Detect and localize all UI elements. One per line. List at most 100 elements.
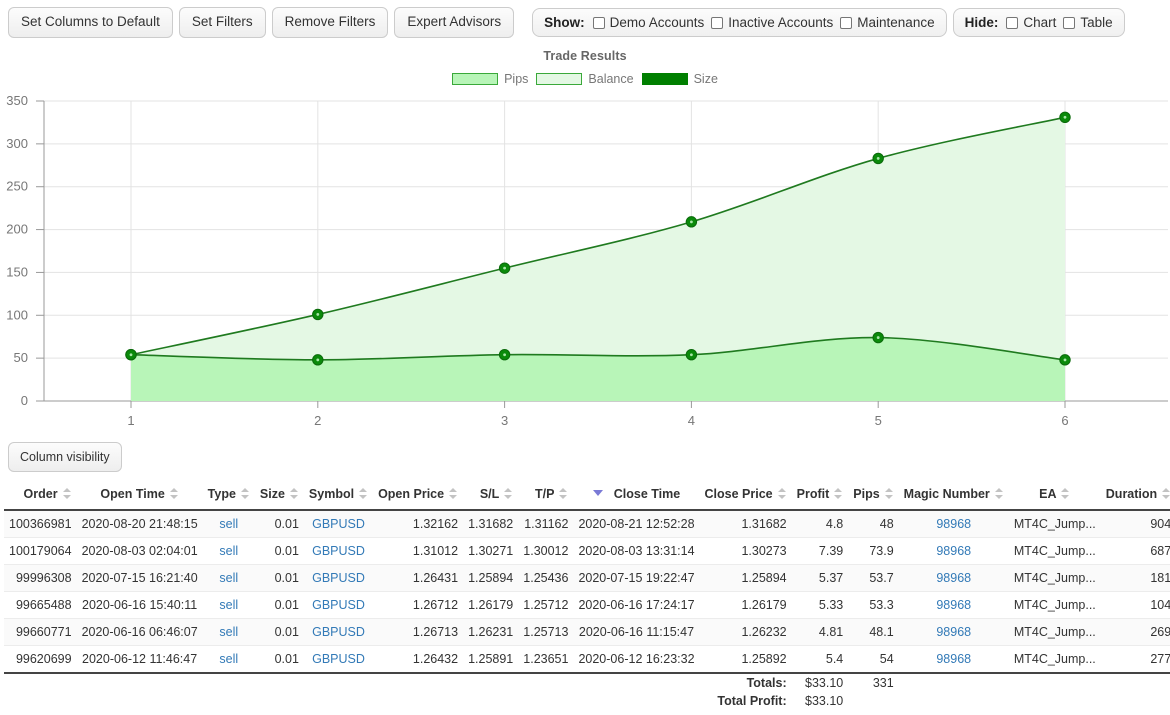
pips-data-point-center xyxy=(876,336,880,339)
link-symbol[interactable]: GBPUSD xyxy=(312,652,365,666)
link-symbol[interactable]: GBPUSD xyxy=(312,598,365,612)
cell-type[interactable]: sell xyxy=(202,645,255,674)
checkbox-icon[interactable] xyxy=(592,16,605,29)
column-header-tp[interactable]: T/P xyxy=(518,480,574,511)
table-row[interactable]: 99620699 2020-06-12 11:46:47 sell 0.01 GBPUS… xyxy=(4,645,1170,674)
column-header-type[interactable]: Type xyxy=(202,480,255,511)
sort-toggle-icon[interactable] xyxy=(290,488,299,500)
checkbox-hide-chart[interactable]: Chart xyxy=(1006,15,1056,30)
legend-item-balance[interactable]: Balance xyxy=(536,72,634,86)
sort-toggle-icon[interactable] xyxy=(170,488,179,500)
cell-magic[interactable]: 98968 xyxy=(898,564,1009,592)
column-header-close_price[interactable]: Close Price xyxy=(699,480,792,511)
table-row[interactable]: 100179064 2020-08-03 02:04:01 sell 0.01 GBPU… xyxy=(4,537,1170,565)
cell-size: 0.01 xyxy=(254,537,304,565)
legend-item-size[interactable]: Size xyxy=(641,72,718,86)
trades-table-head: Order Open Time Type Size Symbol Open Price S/… xyxy=(4,480,1170,511)
set-filters-button[interactable]: Set Filters xyxy=(178,7,266,38)
link-type[interactable]: sell xyxy=(219,517,238,531)
sort-toggle-icon[interactable] xyxy=(504,488,513,500)
set-columns-default-button[interactable]: Set Columns to Default xyxy=(8,7,173,38)
checkbox-demo-accounts[interactable]: Demo Accounts xyxy=(592,15,704,30)
checkbox-maintenance[interactable]: Maintenance xyxy=(840,15,935,30)
cell-magic[interactable]: 98968 xyxy=(898,618,1009,646)
column-visibility-button[interactable]: Column visibility xyxy=(8,442,122,472)
checkbox-inactive-accounts[interactable]: Inactive Accounts xyxy=(711,15,833,30)
cell-type[interactable]: sell xyxy=(202,591,255,619)
cell-type[interactable]: sell xyxy=(202,537,255,565)
column-header-label: Size xyxy=(259,487,285,501)
cell-magic[interactable]: 98968 xyxy=(898,591,1009,619)
pips-data-point-center xyxy=(1063,358,1067,362)
cell-magic[interactable]: 98968 xyxy=(898,537,1009,565)
link-magic[interactable]: 98968 xyxy=(936,571,971,585)
checkbox-icon[interactable] xyxy=(1006,16,1019,29)
sort-toggle-icon[interactable] xyxy=(359,488,368,500)
table-row[interactable]: 99660771 2020-06-16 06:46:07 sell 0.01 GBPUS… xyxy=(4,618,1170,646)
link-symbol[interactable]: GBPUSD xyxy=(312,517,365,531)
column-header-magic[interactable]: Magic Number xyxy=(898,480,1009,511)
table-row[interactable]: 99996308 2020-07-15 16:21:40 sell 0.01 GBPUS… xyxy=(4,564,1170,592)
column-header-open_time[interactable]: Open Time xyxy=(76,480,203,511)
y-axis-tick-label: 250 xyxy=(6,179,28,194)
link-symbol[interactable]: GBPUSD xyxy=(312,625,365,639)
cell-magic[interactable]: 98968 xyxy=(898,510,1009,538)
cell-symbol[interactable]: GBPUSD xyxy=(303,564,374,592)
column-header-size[interactable]: Size xyxy=(254,480,304,511)
cell-symbol[interactable]: GBPUSD xyxy=(303,591,374,619)
link-type[interactable]: sell xyxy=(219,598,238,612)
sort-toggle-icon[interactable] xyxy=(885,488,894,500)
sort-toggle-icon[interactable] xyxy=(449,488,458,500)
checkbox-hide-table[interactable]: Table xyxy=(1063,15,1113,30)
link-magic[interactable]: 98968 xyxy=(936,517,971,531)
cell-symbol[interactable]: GBPUSD xyxy=(303,618,374,646)
sort-toggle-icon[interactable] xyxy=(559,488,568,500)
column-header-sl[interactable]: S/L xyxy=(463,480,519,511)
cell-type[interactable]: sell xyxy=(202,618,255,646)
cell-symbol[interactable]: GBPUSD xyxy=(303,537,374,565)
sort-toggle-icon[interactable] xyxy=(1061,488,1070,500)
cell-profit: 5.4 xyxy=(791,645,849,674)
sort-toggle-icon[interactable] xyxy=(834,488,843,500)
column-header-profit[interactable]: Profit xyxy=(791,480,849,511)
column-header-order[interactable]: Order xyxy=(4,480,77,511)
cell-magic[interactable]: 98968 xyxy=(898,645,1009,674)
link-type[interactable]: sell xyxy=(219,652,238,666)
cell-order: 99996308 xyxy=(4,564,77,592)
sort-toggle-icon[interactable] xyxy=(1162,488,1170,500)
cell-type[interactable]: sell xyxy=(202,564,255,592)
cell-symbol[interactable]: GBPUSD xyxy=(303,510,374,538)
sort-toggle-icon[interactable] xyxy=(241,488,250,500)
cell-tp: 1.30012 xyxy=(518,537,574,565)
remove-filters-button[interactable]: Remove Filters xyxy=(271,7,389,38)
column-header-pips[interactable]: Pips xyxy=(848,480,899,511)
table-row[interactable]: 99665488 2020-06-16 15:40:11 sell 0.01 GBPUS… xyxy=(4,591,1170,619)
link-type[interactable]: sell xyxy=(219,625,238,639)
cell-symbol[interactable]: GBPUSD xyxy=(303,645,374,674)
column-header-symbol[interactable]: Symbol xyxy=(303,480,374,511)
cell-type[interactable]: sell xyxy=(202,510,255,538)
sort-toggle-icon[interactable] xyxy=(995,488,1004,500)
column-header-open_price[interactable]: Open Price xyxy=(373,480,464,511)
checkbox-icon[interactable] xyxy=(711,16,724,29)
expert-advisors-button[interactable]: Expert Advisors xyxy=(394,7,515,38)
link-type[interactable]: sell xyxy=(219,544,238,558)
column-header-ea[interactable]: EA xyxy=(1008,480,1101,511)
table-row[interactable]: 100366981 2020-08-20 21:48:15 sell 0.01 GBPU… xyxy=(4,510,1170,538)
x-axis-tick-label: 2 xyxy=(314,413,321,428)
column-header-duration[interactable]: Duration xyxy=(1100,480,1170,511)
column-header-close_time[interactable]: Close Time xyxy=(573,480,700,511)
link-magic[interactable]: 98968 xyxy=(936,598,971,612)
sort-toggle-icon[interactable] xyxy=(778,488,787,500)
legend-item-pips[interactable]: Pips xyxy=(452,72,528,86)
cell-profit: 7.39 xyxy=(791,537,849,565)
link-type[interactable]: sell xyxy=(219,571,238,585)
link-magic[interactable]: 98968 xyxy=(936,652,971,666)
checkbox-icon[interactable] xyxy=(840,16,853,29)
link-symbol[interactable]: GBPUSD xyxy=(312,544,365,558)
sort-toggle-icon[interactable] xyxy=(63,488,72,500)
link-symbol[interactable]: GBPUSD xyxy=(312,571,365,585)
link-magic[interactable]: 98968 xyxy=(936,544,971,558)
checkbox-icon[interactable] xyxy=(1063,16,1076,29)
link-magic[interactable]: 98968 xyxy=(936,625,971,639)
